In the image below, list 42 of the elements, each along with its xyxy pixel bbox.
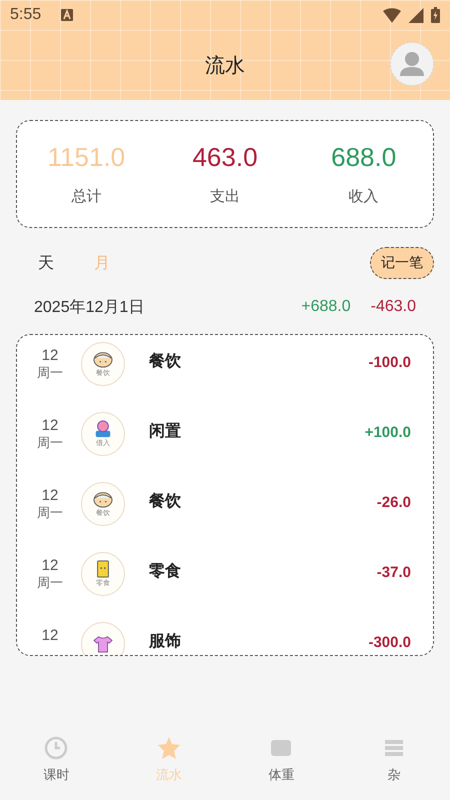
record-weekday: 周一 <box>37 435 63 452</box>
record-amount: -100.0 <box>368 353 411 371</box>
record-category: 零食 <box>149 560 181 582</box>
record-weekday: 周一 <box>37 365 63 382</box>
summary-label: 总计 <box>71 187 102 206</box>
record-weekday: 周一 <box>37 505 63 522</box>
record-category: 餐饮 <box>149 490 181 512</box>
record-day: 12 <box>42 487 58 504</box>
nav-tab[interactable]: 体重 <box>225 726 338 794</box>
record-day: 12 <box>42 417 58 434</box>
record-amount: -37.0 <box>376 563 411 581</box>
nav-tab[interactable]: 杂 <box>338 726 450 794</box>
wifi-icon <box>383 8 401 22</box>
group-expense: -463.0 <box>370 298 416 316</box>
clock-icon <box>44 736 68 760</box>
signal-icon <box>407 8 425 22</box>
avatar-icon[interactable] <box>390 42 434 86</box>
record-category: 餐饮 <box>149 350 181 372</box>
page-title: 流水 <box>205 52 245 78</box>
record-amount: -26.0 <box>376 493 411 511</box>
record-amount: +100.0 <box>364 423 411 441</box>
add-record-button[interactable]: 记一笔 <box>370 247 434 279</box>
battery-icon <box>431 7 440 23</box>
summary-value: 1151.0 <box>48 142 126 173</box>
period-tab[interactable]: 天 <box>38 252 54 274</box>
summary-label: 支出 <box>210 187 240 206</box>
record-category: 闲置 <box>149 420 181 442</box>
nav-tab[interactable]: 课时 <box>0 726 112 794</box>
keyboard-icon <box>61 9 74 21</box>
record-category: 服饰 <box>149 630 181 652</box>
record-day: 12 <box>42 627 58 644</box>
group-income: +688.0 <box>301 298 351 316</box>
star-icon <box>156 736 181 760</box>
record-day: 12 <box>42 557 58 574</box>
record-day: 12 <box>42 347 58 364</box>
record-weekday: 周一 <box>37 575 63 592</box>
summary-value: 688.0 <box>331 142 396 173</box>
group-date: 2025年12月1日 <box>34 298 144 318</box>
status-time: 5:55 <box>10 6 42 24</box>
summary-value: 463.0 <box>192 142 258 173</box>
record-amount: -300.0 <box>368 633 411 651</box>
summary-label: 收入 <box>348 187 379 206</box>
